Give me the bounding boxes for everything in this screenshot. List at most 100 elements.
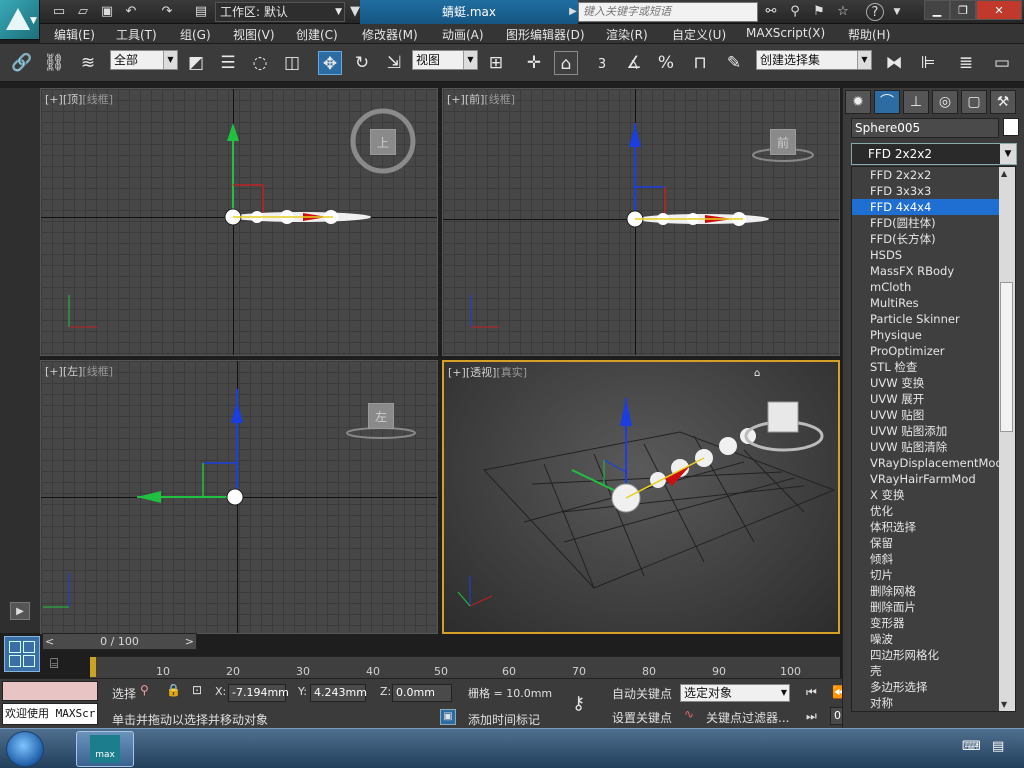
modifier-list-item[interactable]: FFD 4x4x4 bbox=[852, 199, 1015, 215]
display-tab-icon[interactable]: ▢ bbox=[961, 90, 987, 114]
modifier-list-item[interactable]: 删除面片 bbox=[852, 599, 1015, 615]
graphite-ribbon-icon[interactable]: ▭ bbox=[990, 51, 1014, 75]
modifier-list-item[interactable]: MultiRes bbox=[852, 295, 1015, 311]
layer-manager-icon[interactable]: ≣ bbox=[954, 51, 978, 75]
modifier-list-item[interactable]: 多边形选择 bbox=[852, 679, 1015, 695]
x-coordinate-field[interactable]: -7.194mm bbox=[228, 684, 289, 702]
y-coordinate-field[interactable]: 4.243mm bbox=[310, 684, 367, 702]
modifier-list-item[interactable]: 壳 bbox=[852, 663, 1015, 679]
modifier-list-item[interactable]: 保留 bbox=[852, 535, 1015, 551]
viewport-front[interactable]: [+][前][线框] 前 bbox=[442, 88, 840, 356]
set-key-icon[interactable]: ⚷ bbox=[572, 693, 585, 714]
communication-center-icon[interactable]: ⚑ bbox=[810, 3, 828, 21]
align-icon[interactable]: ⊫ bbox=[916, 51, 940, 75]
undo-icon[interactable]: ↶ bbox=[122, 3, 140, 21]
object-name-field[interactable]: Sphere005 bbox=[851, 118, 999, 138]
list-scrollbar[interactable]: ▲ ▼ bbox=[999, 167, 1015, 711]
network-icon[interactable]: ▤ bbox=[992, 739, 1004, 754]
application-menu-button[interactable]: ▼ bbox=[0, 0, 40, 40]
minimize-icon[interactable]: ▁ bbox=[924, 0, 950, 20]
auto-key-button[interactable]: 自动关键点 bbox=[612, 685, 672, 702]
pivot-center-icon[interactable]: ⊞ bbox=[484, 51, 508, 75]
reference-coordinate-select[interactable]: 视图 ▼ bbox=[412, 50, 478, 70]
selection-lock-icon[interactable]: 🔒 bbox=[166, 683, 181, 697]
modifier-list-item[interactable]: UVW 变换 bbox=[852, 375, 1015, 391]
time-tag-icon[interactable]: ▣ bbox=[440, 709, 456, 725]
selection-region-icon[interactable]: ◌ bbox=[248, 51, 272, 75]
modifier-list-item[interactable]: VRayDisplacementMod bbox=[852, 455, 1015, 471]
add-time-tag-button[interactable]: 添加时间标记 bbox=[468, 711, 540, 728]
select-and-scale-icon[interactable]: ⇲ bbox=[382, 51, 406, 75]
isolate-selection-icon[interactable]: ⚲ bbox=[140, 683, 149, 697]
percent-snap-icon[interactable]: % bbox=[654, 51, 678, 75]
menu-modifiers[interactable]: 修改器(M) bbox=[362, 26, 418, 43]
modifier-list-select[interactable]: FFD 2x2x2 ▼ bbox=[851, 143, 1017, 165]
edit-named-selection-icon[interactable]: ✎ bbox=[722, 51, 746, 75]
spinner-snap-icon[interactable]: ⊓ bbox=[688, 51, 712, 75]
restore-icon[interactable]: ❐ bbox=[950, 0, 976, 20]
selection-filter-select[interactable]: 全部 ▼ bbox=[110, 50, 178, 70]
named-selection-select[interactable]: 创建选择集 ▼ bbox=[756, 50, 872, 70]
menu-edit[interactable]: 编辑(E) bbox=[54, 26, 95, 43]
z-coordinate-field[interactable]: 0.0mm bbox=[392, 684, 452, 702]
select-and-move-icon[interactable]: ✥ bbox=[318, 51, 342, 75]
modifier-list-item[interactable]: UVW 贴图添加 bbox=[852, 423, 1015, 439]
modifier-list-item[interactable]: 四边形网格化 bbox=[852, 647, 1015, 663]
favorites-star-icon[interactable]: ☆ bbox=[834, 3, 852, 21]
modifier-list-item[interactable]: STL 检查 bbox=[852, 359, 1015, 375]
modifier-list-item[interactable]: 优化 bbox=[852, 503, 1015, 519]
modifier-list-item[interactable]: 噪波 bbox=[852, 631, 1015, 647]
menu-customize[interactable]: 自定义(U) bbox=[672, 26, 726, 43]
scroll-down-icon[interactable]: ▼ bbox=[1001, 700, 1007, 709]
key-mode-toggle-icon[interactable]: ⏭ bbox=[806, 709, 817, 724]
chevron-down-icon[interactable]: ▼ bbox=[1000, 144, 1016, 164]
select-and-manipulate-icon[interactable]: ✛ bbox=[522, 51, 546, 75]
toggle-timeslider-icon[interactable]: ▶ bbox=[10, 602, 30, 620]
modifier-list-item[interactable]: HSDS bbox=[852, 247, 1015, 263]
modifier-list-item[interactable]: 体积选择 bbox=[852, 519, 1015, 535]
modifier-list-item[interactable]: X 变换 bbox=[852, 487, 1015, 503]
modifier-list-item[interactable]: 切片 bbox=[852, 567, 1015, 583]
help-dropdown-icon[interactable]: ▼ bbox=[888, 3, 906, 21]
slider-prev-icon[interactable]: < bbox=[45, 634, 54, 649]
modifier-list-item[interactable]: 变形器 bbox=[852, 615, 1015, 631]
modifier-list-item[interactable]: FFD(圆柱体) bbox=[852, 215, 1015, 231]
modifier-list-item[interactable]: Particle Skinner bbox=[852, 311, 1015, 327]
viewport-layout-button[interactable] bbox=[4, 636, 40, 672]
key-mode-select[interactable]: 选定对象 ▼ bbox=[680, 684, 790, 702]
new-file-icon[interactable]: ▭ bbox=[50, 3, 68, 21]
close-icon[interactable]: ✕ bbox=[976, 0, 1022, 20]
modifier-list-item[interactable]: UVW 展开 bbox=[852, 391, 1015, 407]
modifier-list-item[interactable]: UVW 贴图 bbox=[852, 407, 1015, 423]
modifier-list-item[interactable]: MassFX RBody bbox=[852, 263, 1015, 279]
menu-tools[interactable]: 工具(T) bbox=[116, 26, 157, 43]
viewport-left[interactable]: [+][左][线框] 左 bbox=[40, 360, 438, 634]
slider-next-icon[interactable]: > bbox=[185, 634, 194, 649]
binoculars-icon[interactable]: ⚯ bbox=[762, 3, 780, 21]
mini-curve-editor-icon[interactable]: ⌸ bbox=[50, 656, 72, 676]
menu-group[interactable]: 组(G) bbox=[180, 26, 211, 43]
create-tab-icon[interactable]: ✹ bbox=[845, 90, 871, 114]
redo-icon[interactable]: ↷ bbox=[158, 3, 176, 21]
keyboard-shortcut-override-icon[interactable]: ⌂ bbox=[554, 51, 578, 75]
snaps-toggle-icon[interactable]: 3 bbox=[590, 51, 614, 75]
modifier-list-item[interactable]: 倾斜 bbox=[852, 551, 1015, 567]
hierarchy-tab-icon[interactable]: ⊥ bbox=[903, 90, 929, 114]
select-object-icon[interactable]: ◩ bbox=[184, 51, 208, 75]
subscription-key-icon[interactable]: ⚲ bbox=[786, 3, 804, 21]
modifier-list-item[interactable]: Physique bbox=[852, 327, 1015, 343]
key-filters-icon[interactable]: ∿ bbox=[684, 707, 694, 721]
modifier-dropdown-list[interactable]: FFD 2x2x2 FFD 3x3x3 FFD 4x4x4 FFD(圆柱体) FFD(长… bbox=[851, 166, 1016, 712]
modifier-list-item[interactable]: mCloth bbox=[852, 279, 1015, 295]
absolute-mode-icon[interactable]: ⊡ bbox=[192, 683, 202, 697]
window-crossing-icon[interactable]: ◫ bbox=[280, 51, 304, 75]
maxscript-listener-mini[interactable] bbox=[2, 681, 98, 701]
infocenter-search-input[interactable]: 键入关键字或短语 bbox=[578, 2, 758, 22]
motion-tab-icon[interactable]: ◎ bbox=[932, 90, 958, 114]
modify-tab-icon[interactable]: ⌒ bbox=[874, 90, 900, 114]
viewport-perspective[interactable]: [+][透视][真实] ⌂ bbox=[442, 360, 840, 634]
modifier-list-item[interactable]: FFD 2x2x2 bbox=[852, 167, 1015, 183]
modifier-list-item[interactable]: 删除网格 bbox=[852, 583, 1015, 599]
modifier-list-item[interactable]: UVW 贴图清除 bbox=[852, 439, 1015, 455]
help-icon[interactable]: ? bbox=[866, 3, 884, 21]
